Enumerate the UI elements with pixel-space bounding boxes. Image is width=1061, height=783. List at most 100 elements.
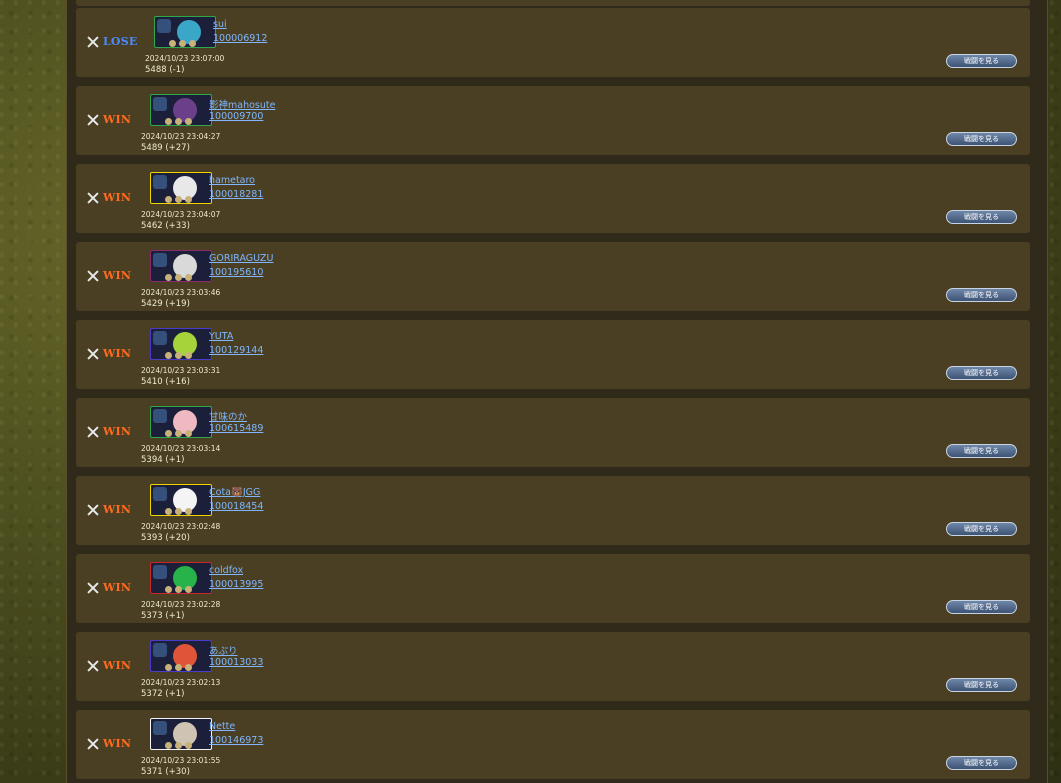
battle-datetime: 2024/10/23 23:04:07 [141, 210, 221, 219]
rating-change: 5393 (+20) [141, 533, 190, 543]
opponent-avatar[interactable] [150, 94, 212, 126]
emblem-icon [165, 430, 172, 437]
emblem-icon [165, 742, 172, 749]
opponent-avatar[interactable] [150, 328, 212, 360]
battle-result: LOSE [87, 35, 137, 48]
view-battle-button[interactable]: 戦闘を見る [946, 600, 1017, 614]
opponent-id-link[interactable]: 100129144 [209, 345, 263, 356]
opponent-id-link[interactable]: 100013995 [209, 579, 263, 590]
battle-row: WIN 影神mahosute 100009700 2024/10/23 23:0… [76, 86, 1030, 155]
opponent-name-link[interactable]: 甘味のか [209, 409, 247, 423]
rating-change: 5429 (+19) [141, 299, 190, 309]
crossed-swords-icon [87, 582, 99, 594]
emblem-icon [185, 742, 192, 749]
emblem-icons [165, 586, 192, 593]
rating-change: 5488 (-1) [145, 65, 185, 75]
opponent-avatar[interactable] [150, 172, 212, 204]
emblem-icon [175, 196, 182, 203]
emblem-icon [165, 274, 172, 281]
battle-row: WIN Nette 100146973 2024/10/23 23:01:55 … [76, 710, 1030, 779]
emblem-icon [185, 274, 192, 281]
crossed-swords-icon [87, 36, 99, 48]
opponent-id-link[interactable]: 100013033 [209, 657, 263, 668]
emblem-icon [185, 586, 192, 593]
opponent-id-link[interactable]: 100195610 [209, 267, 263, 278]
opponent-name-link[interactable]: coldfox [209, 565, 243, 576]
opponent-avatar[interactable] [154, 16, 216, 48]
rank-badge-icon [157, 19, 171, 33]
crossed-swords-icon [87, 348, 99, 360]
emblem-icon [165, 508, 172, 515]
rank-badge-icon [153, 487, 167, 501]
crossed-swords-icon [87, 504, 99, 516]
opponent-name-link[interactable]: YUTA [209, 331, 233, 342]
emblem-icons [165, 352, 192, 359]
opponent-avatar[interactable] [150, 562, 212, 594]
crossed-swords-icon [87, 114, 99, 126]
opponent-id-link[interactable]: 100006912 [213, 33, 267, 44]
emblem-icon [185, 664, 192, 671]
emblem-icons [165, 664, 192, 671]
opponent-name-link[interactable]: sui [213, 19, 227, 30]
battle-datetime: 2024/10/23 23:03:31 [141, 366, 221, 375]
rank-badge-icon [153, 97, 167, 111]
battle-result: WIN [87, 659, 131, 672]
result-label: WIN [103, 113, 132, 126]
opponent-id-link[interactable]: 100009700 [209, 111, 263, 122]
battle-result: WIN [87, 269, 131, 282]
view-battle-button[interactable]: 戦闘を見る [946, 756, 1017, 770]
rating-change: 5410 (+16) [141, 377, 190, 387]
opponent-name-link[interactable]: GORIRAGUZU [209, 253, 273, 264]
battle-row: WIN hametaro 100018281 2024/10/23 23:04:… [76, 164, 1030, 233]
result-label: WIN [103, 659, 132, 672]
opponent-avatar[interactable] [150, 484, 212, 516]
emblem-icon [189, 40, 196, 47]
opponent-name-link[interactable]: hametaro [209, 175, 255, 186]
result-label: WIN [103, 425, 132, 438]
rank-badge-icon [153, 331, 167, 345]
emblem-icon [175, 274, 182, 281]
panel-top-edge [76, 0, 1030, 6]
emblem-icon [165, 118, 172, 125]
battle-datetime: 2024/10/23 23:03:46 [141, 288, 221, 297]
battle-datetime: 2024/10/23 23:04:27 [141, 132, 221, 141]
view-battle-button[interactable]: 戦闘を見る [946, 444, 1017, 458]
opponent-avatar[interactable] [150, 640, 212, 672]
result-label: WIN [103, 737, 132, 750]
opponent-id-link[interactable]: 100615489 [209, 423, 263, 434]
view-battle-button[interactable]: 戦闘を見る [946, 366, 1017, 380]
battle-row: WIN coldfox 100013995 2024/10/23 23:02:2… [76, 554, 1030, 623]
view-battle-button[interactable]: 戦闘を見る [946, 54, 1017, 68]
opponent-id-link[interactable]: 100146973 [209, 735, 263, 746]
emblem-icon [185, 430, 192, 437]
emblem-icon [165, 586, 172, 593]
opponent-name-link[interactable]: あぷり [209, 643, 238, 657]
battle-row: WIN あぷり 100013033 2024/10/23 23:02:13 53… [76, 632, 1030, 701]
view-battle-button[interactable]: 戦闘を見る [946, 522, 1017, 536]
emblem-icon [185, 118, 192, 125]
opponent-avatar[interactable] [150, 406, 212, 438]
opponent-id-link[interactable]: 100018454 [209, 501, 263, 512]
emblem-icon [165, 352, 172, 359]
battle-row: WIN 甘味のか 100615489 2024/10/23 23:03:14 5… [76, 398, 1030, 467]
rank-badge-icon [153, 253, 167, 267]
battle-result: WIN [87, 191, 131, 204]
battle-datetime: 2024/10/23 23:07:00 [145, 54, 225, 63]
view-battle-button[interactable]: 戦闘を見る [946, 678, 1017, 692]
result-label: WIN [103, 347, 132, 360]
emblem-icons [165, 196, 192, 203]
opponent-avatar[interactable] [150, 718, 212, 750]
opponent-name-link[interactable]: Cota🐻JGG [209, 487, 260, 498]
opponent-name-link[interactable]: Nette [209, 721, 235, 732]
opponent-avatar[interactable] [150, 250, 212, 282]
battle-result: WIN [87, 425, 131, 438]
emblem-icons [165, 430, 192, 437]
opponent-name-link[interactable]: 影神mahosute [209, 97, 275, 111]
rank-badge-icon [153, 409, 167, 423]
view-battle-button[interactable]: 戦闘を見る [946, 210, 1017, 224]
opponent-id-link[interactable]: 100018281 [209, 189, 263, 200]
rating-change: 5462 (+33) [141, 221, 190, 231]
view-battle-button[interactable]: 戦闘を見る [946, 288, 1017, 302]
battle-row: WIN YUTA 100129144 2024/10/23 23:03:31 5… [76, 320, 1030, 389]
view-battle-button[interactable]: 戦闘を見る [946, 132, 1017, 146]
